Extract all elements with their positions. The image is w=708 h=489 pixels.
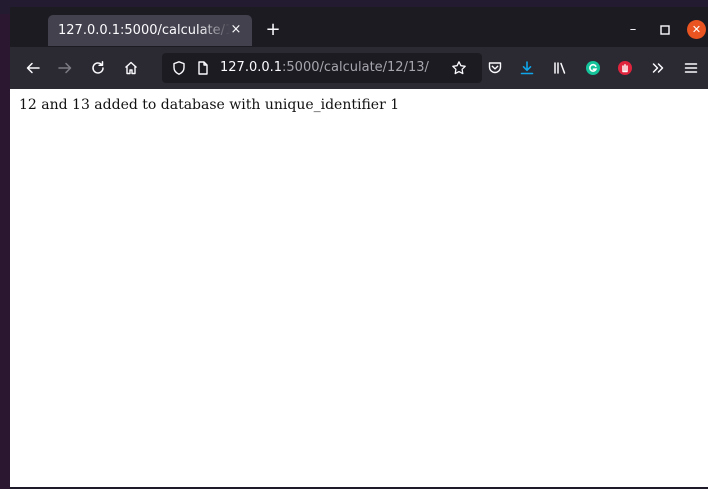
maximize-icon [660,25,670,35]
tab-close-icon[interactable]: × [228,22,244,38]
library-button[interactable] [549,57,571,79]
tab-calculate[interactable]: 127.0.0.1:5000/calculate/12/13/ × [48,15,252,46]
tab-title: 127.0.0.1:5000/calculate/12/13/ [58,23,230,38]
star-icon [452,61,466,75]
hand-stop-icon [618,61,632,75]
tab-strip: 127.0.0.1:5000/calculate/12/13/ × + – ✕ [10,7,708,47]
download-icon [520,61,534,75]
window-close-button[interactable]: ✕ [687,20,706,39]
pocket-icon [488,62,502,74]
url-path: :5000/calculate/12/13/ [282,60,429,75]
desktop-screen: 127.0.0.1:5000/calculate/12/13/ × + – ✕ [0,0,708,489]
stop-extension-button[interactable] [614,57,636,79]
new-tab-button[interactable]: + [262,19,284,41]
reload-icon [92,61,104,74]
home-icon [125,61,137,75]
downloads-button[interactable] [516,57,538,79]
arrow-right-icon [58,62,72,74]
app-menu-button[interactable] [680,57,702,79]
forward-button[interactable] [54,57,76,79]
back-button[interactable] [22,57,44,79]
shield-icon [173,61,185,75]
home-button[interactable] [120,57,142,79]
overflow-menu-button[interactable] [647,57,669,79]
url-host: 127.0.0.1 [220,60,283,75]
chevrons-right-icon [652,63,664,73]
window-minimize-button[interactable]: – [624,21,642,39]
arrow-left-icon [26,62,40,74]
tracking-protection-button[interactable] [168,57,190,79]
result-message: 12 and 13 added to database with unique_… [19,97,400,113]
firefox-window: 127.0.0.1:5000/calculate/12/13/ × + – ✕ [10,7,708,487]
url-bar[interactable]: 127.0.0.1:5000/calculate/12/13/ [162,53,482,83]
library-icon [554,62,566,74]
page-info-button[interactable] [192,57,214,79]
navigation-toolbar: 127.0.0.1:5000/calculate/12/13/ [10,47,708,89]
window-maximize-button[interactable] [656,21,674,39]
url-text[interactable]: 127.0.0.1:5000/calculate/12/13/ [220,60,429,75]
grammarly-icon [586,61,600,75]
grammarly-extension-button[interactable] [582,57,604,79]
reload-button[interactable] [87,57,109,79]
page-icon [198,61,208,75]
bookmark-button[interactable] [448,57,470,79]
page-content: 12 and 13 added to database with unique_… [10,89,708,487]
hamburger-menu-icon [684,63,698,73]
pocket-button[interactable] [484,57,506,79]
terminal-background-left [0,14,10,489]
